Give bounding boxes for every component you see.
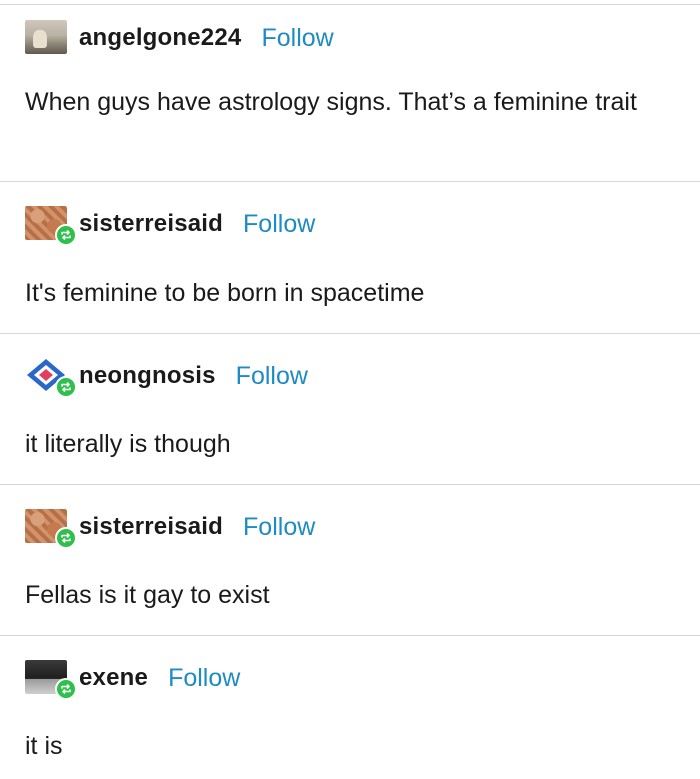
top-divider — [0, 4, 700, 5]
post-text: When guys have astrology signs. That’s a… — [25, 88, 637, 116]
post-header: sisterreisaid Follow — [25, 509, 315, 549]
post-header: angelgone224 Follow — [25, 20, 334, 56]
reblog-thread: angelgone224 Follow When guys have astro… — [0, 0, 700, 779]
username[interactable]: sisterreisaid — [79, 513, 223, 541]
username[interactable]: neongnosis — [79, 362, 216, 390]
avatar-container[interactable] — [25, 20, 69, 56]
follow-button[interactable]: Follow — [261, 24, 333, 53]
post-text: Fellas is it gay to exist — [25, 581, 270, 609]
reblog-icon — [55, 224, 77, 246]
username[interactable]: sisterreisaid — [79, 210, 223, 238]
post-divider — [0, 333, 700, 334]
avatar-container[interactable] — [25, 509, 77, 549]
avatar-container[interactable] — [25, 358, 77, 398]
follow-button[interactable]: Follow — [243, 513, 315, 542]
post-divider — [0, 635, 700, 636]
post-header: sisterreisaid Follow — [25, 206, 315, 246]
follow-button[interactable]: Follow — [168, 664, 240, 693]
follow-button[interactable]: Follow — [236, 362, 308, 391]
username[interactable]: exene — [79, 664, 148, 692]
username[interactable]: angelgone224 — [79, 24, 241, 52]
avatar-container[interactable] — [25, 206, 77, 246]
post-divider — [0, 484, 700, 485]
reblog-icon — [55, 678, 77, 700]
avatar-container[interactable] — [25, 660, 77, 700]
post-text: it literally is though — [25, 430, 231, 458]
reblog-icon — [55, 376, 77, 398]
post-text: It's feminine to be born in spacetime — [25, 279, 425, 307]
post-divider — [0, 181, 700, 182]
follow-button[interactable]: Follow — [243, 210, 315, 239]
reblog-icon — [55, 527, 77, 549]
post-header: neongnosis Follow — [25, 358, 308, 398]
post-text: it is — [25, 732, 63, 760]
avatar[interactable] — [25, 20, 67, 54]
post-header: exene Follow — [25, 660, 240, 700]
